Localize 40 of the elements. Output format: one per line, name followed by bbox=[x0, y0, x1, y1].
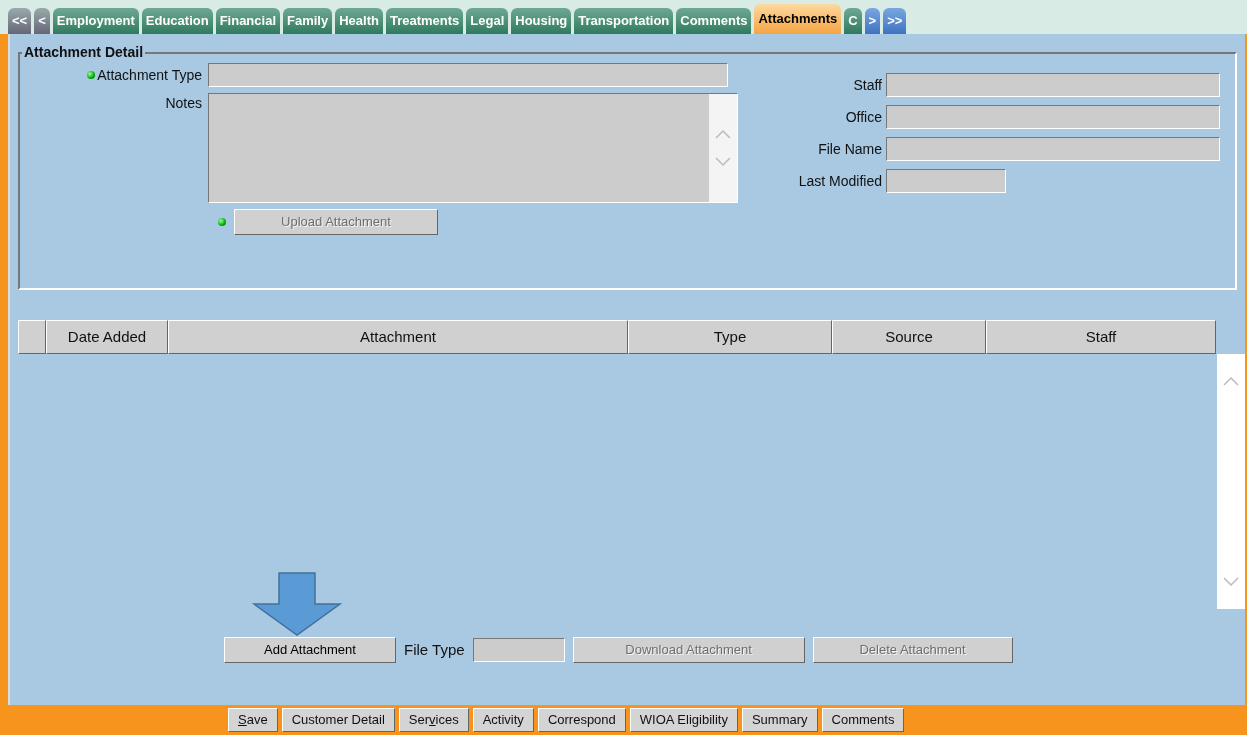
nav-button[interactable]: Summary bbox=[741, 708, 818, 732]
tab[interactable]: Treatments bbox=[385, 8, 464, 34]
arrow-down-icon bbox=[252, 572, 342, 636]
field-label: Staff bbox=[852, 75, 882, 95]
column-header[interactable]: Date Added bbox=[46, 320, 168, 354]
field-label: Office bbox=[844, 107, 882, 127]
tab[interactable]: C bbox=[844, 8, 862, 34]
column-header[interactable]: Staff bbox=[986, 320, 1216, 354]
nav-button[interactable]: Services bbox=[398, 708, 469, 732]
tab[interactable]: Financial bbox=[215, 8, 280, 34]
field-label: Last Modified bbox=[797, 171, 882, 191]
tab[interactable]: Education bbox=[141, 8, 213, 34]
nav-button[interactable]: Correspond bbox=[537, 708, 626, 732]
nav-button[interactable]: WIOA Eligibility bbox=[629, 708, 738, 732]
nav-button[interactable]: Activity bbox=[472, 708, 534, 732]
nav-button[interactable]: Comments bbox=[821, 708, 905, 732]
column-header[interactable]: Attachment bbox=[168, 320, 628, 354]
tab[interactable]: Health bbox=[335, 8, 383, 34]
field-label: File Type bbox=[404, 639, 465, 660]
tab[interactable]: Family bbox=[283, 8, 333, 34]
column-header[interactable] bbox=[18, 320, 46, 354]
tab[interactable]: < bbox=[34, 8, 50, 34]
section-title: Attachment Detail bbox=[23, 43, 145, 62]
column-header[interactable]: Source bbox=[832, 320, 986, 354]
tab[interactable]: >> bbox=[883, 8, 907, 34]
field-label: File Name bbox=[817, 139, 882, 159]
tab[interactable]: << bbox=[8, 8, 32, 34]
field-label: Notes bbox=[164, 94, 202, 113]
tab[interactable]: Housing bbox=[511, 8, 572, 34]
column-header[interactable]: Type bbox=[628, 320, 832, 354]
tab[interactable]: Comments bbox=[676, 8, 752, 34]
tab[interactable]: Employment bbox=[52, 8, 139, 34]
action-button[interactable]: Add Attachment bbox=[224, 637, 396, 663]
tab[interactable]: Transportation bbox=[574, 8, 674, 34]
tab[interactable]: Attachments bbox=[754, 4, 842, 34]
field-label: Attachment Type bbox=[97, 65, 202, 85]
nav-button[interactable]: Save bbox=[228, 708, 278, 732]
nav-button[interactable]: Customer Detail bbox=[281, 708, 395, 732]
tab[interactable]: > bbox=[864, 8, 881, 34]
tab[interactable]: Legal bbox=[466, 8, 509, 34]
